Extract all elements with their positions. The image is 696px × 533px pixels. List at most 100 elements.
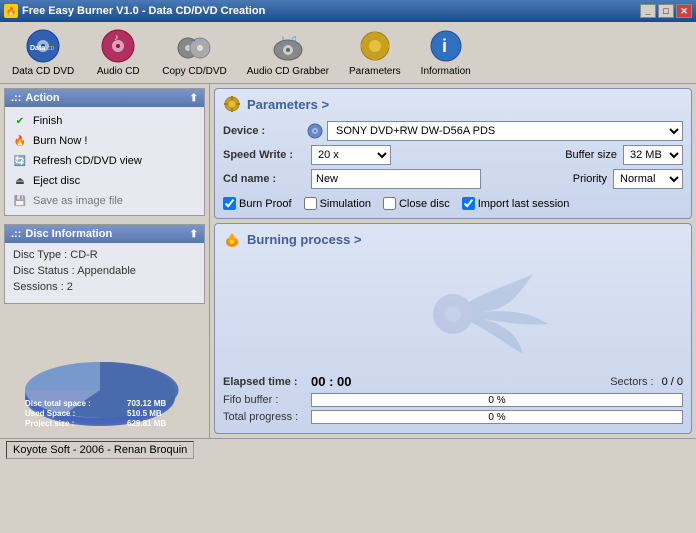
finish-icon: ✔ <box>13 114 27 128</box>
elapsed-row: Elapsed time : 00 : 00 Sectors : 0 / 0 <box>223 374 683 389</box>
refresh-icon: 🔄 <box>13 154 27 168</box>
elapsed-label: Elapsed time : <box>223 376 303 388</box>
audio-grabber-icon: ♪ ♫ <box>270 28 306 64</box>
fifo-label: Fifo buffer : <box>223 394 303 406</box>
simulation-label: Simulation <box>320 198 371 210</box>
action-section: .:: Action ⬆ ✔ Finish 🔥 Burn Now ! 🔄 Ref… <box>4 88 205 216</box>
action-eject[interactable]: ⏏ Eject disc <box>9 171 200 191</box>
device-select[interactable]: SONY DVD+RW DW-D56A PDS <box>327 121 683 141</box>
parameters-title-text: Parameters > <box>247 97 329 112</box>
burning-content <box>223 254 683 374</box>
action-save-image-label: Save as image file <box>33 195 123 207</box>
fifo-progress-bar: 0 % <box>311 393 683 407</box>
total-label: Total progress : <box>223 411 303 423</box>
toolbar-item-information[interactable]: i Information <box>415 26 477 79</box>
device-disc-icon <box>307 123 323 139</box>
svg-text:♪: ♪ <box>280 34 285 45</box>
close-button[interactable]: ✕ <box>676 4 692 18</box>
speed-select[interactable]: 1 x2 x4 x8 x16 x20 x24 x48 x <box>311 145 391 165</box>
action-burn-now[interactable]: 🔥 Burn Now ! <box>9 131 200 151</box>
cdname-row: Cd name : Priority LowNormalHigh <box>223 169 683 189</box>
toolbar-item-parameters[interactable]: Parameters <box>343 26 407 79</box>
import-last-label: Import last session <box>478 198 570 210</box>
action-header: .:: Action ⬆ <box>5 89 204 107</box>
toolbar-label-audio-grabber: Audio CD Grabber <box>247 66 329 77</box>
burn-proof-checkbox[interactable] <box>223 197 236 210</box>
burning-title: Burning process > <box>223 230 683 248</box>
burning-logo <box>353 254 553 374</box>
action-burn-now-label: Burn Now ! <box>33 135 87 147</box>
toolbar-item-audio-cd[interactable]: ♪ Audio CD <box>88 26 148 79</box>
disc-type-text: Disc Type : CD-R <box>13 249 98 261</box>
minimize-button[interactable]: _ <box>640 4 656 18</box>
svg-text:♪: ♪ <box>114 32 119 42</box>
disc-status-row: Disc Status : Appendable <box>13 265 196 277</box>
svg-text:629.81 MB: 629.81 MB <box>127 419 166 428</box>
left-panel: .:: Action ⬆ ✔ Finish 🔥 Burn Now ! 🔄 Ref… <box>0 84 210 438</box>
close-disc-checkbox-item: Close disc <box>383 197 450 210</box>
action-refresh[interactable]: 🔄 Refresh CD/DVD view <box>9 151 200 171</box>
cdname-input[interactable] <box>311 169 481 189</box>
close-disc-checkbox[interactable] <box>383 197 396 210</box>
simulation-checkbox[interactable] <box>304 197 317 210</box>
svg-text:Data: Data <box>30 45 45 52</box>
disc-info-header-dots: .:: <box>11 228 21 240</box>
copy-cd-dvd-icon: → <box>176 28 212 64</box>
sectors-value: 0 / 0 <box>662 376 683 388</box>
elapsed-value: 00 : 00 <box>311 374 351 389</box>
burn-now-icon: 🔥 <box>13 134 27 148</box>
buffer-label: Buffer size <box>565 149 617 161</box>
action-eject-label: Eject disc <box>33 175 80 187</box>
disc-stats: Disc total space : Used Space : Project … <box>15 318 195 428</box>
maximize-button[interactable]: □ <box>658 4 674 18</box>
toolbar-item-copy-cd-dvd[interactable]: → Copy CD/DVD <box>156 26 232 79</box>
total-progress-bar: 0 % <box>311 410 683 424</box>
toolbar: Data CD Data CD DVD ♪ Audio CD → <box>0 22 696 84</box>
disc-type-row: Disc Type : CD-R <box>13 249 196 261</box>
pie-chart: Disc total space : Used Space : Project … <box>15 318 195 428</box>
action-save-image[interactable]: 💾 Save as image file <box>9 191 200 211</box>
toolbar-label-data-cd-dvd: Data CD DVD <box>12 66 74 77</box>
svg-text:Used Space :: Used Space : <box>25 409 75 418</box>
sectors-label: Sectors : <box>610 376 653 388</box>
status-bar: Koyote Soft - 2006 - Renan Broquin <box>0 438 696 460</box>
action-finish[interactable]: ✔ Finish <box>9 111 200 131</box>
svg-text:Disc total space :: Disc total space : <box>25 399 91 408</box>
speed-row: Speed Write : 1 x2 x4 x8 x16 x20 x24 x48… <box>223 145 683 165</box>
app-icon: 🔥 <box>4 4 18 18</box>
disc-info-section: .:: Disc Information ⬆ Disc Type : CD-R … <box>4 224 205 304</box>
action-collapse-button[interactable]: ⬆ <box>190 93 198 104</box>
buffer-select[interactable]: 16 MB32 MB64 MB <box>623 145 683 165</box>
status-panel: Koyote Soft - 2006 - Renan Broquin <box>6 441 194 459</box>
toolbar-item-data-cd-dvd[interactable]: Data CD Data CD DVD <box>6 26 80 79</box>
device-label: Device : <box>223 125 303 137</box>
disc-sessions-text: Sessions : 2 <box>13 281 73 293</box>
action-finish-label: Finish <box>33 115 62 127</box>
disc-status-text: Disc Status : Appendable <box>13 265 136 277</box>
svg-text:→: → <box>189 35 197 44</box>
import-last-checkbox[interactable] <box>462 197 475 210</box>
right-panel: Parameters > Device : SONY DVD+RW DW-D56… <box>210 84 696 438</box>
status-text: Koyote Soft - 2006 - Renan Broquin <box>13 444 187 456</box>
eject-icon: ⏏ <box>13 174 27 188</box>
checkboxes-row: Burn Proof Simulation Close disc Import … <box>223 195 683 212</box>
svg-text:510.5 MB: 510.5 MB <box>127 409 162 418</box>
disc-sessions-row: Sessions : 2 <box>13 281 196 293</box>
speed-label: Speed Write : <box>223 149 303 161</box>
fifo-row: Fifo buffer : 0 % <box>223 393 683 407</box>
burning-flame-icon <box>223 230 241 248</box>
disc-info-title: Disc Information <box>21 228 189 240</box>
toolbar-item-audio-grabber[interactable]: ♪ ♫ Audio CD Grabber <box>241 26 335 79</box>
priority-select[interactable]: LowNormalHigh <box>613 169 683 189</box>
disc-info-header: .:: Disc Information ⬆ <box>5 225 204 243</box>
svg-text:♫: ♫ <box>290 34 298 45</box>
parameters-icon <box>357 28 393 64</box>
information-icon: i <box>428 28 464 64</box>
burning-box: Burning process > Elapsed time : 00 : 00… <box>214 223 692 434</box>
burning-title-text: Burning process > <box>247 232 362 247</box>
parameters-title: Parameters > <box>223 95 683 113</box>
save-image-icon: 💾 <box>13 194 27 208</box>
disc-info-collapse-button[interactable]: ⬆ <box>190 229 198 240</box>
burn-proof-checkbox-item: Burn Proof <box>223 197 292 210</box>
toolbar-label-information: Information <box>421 66 471 77</box>
